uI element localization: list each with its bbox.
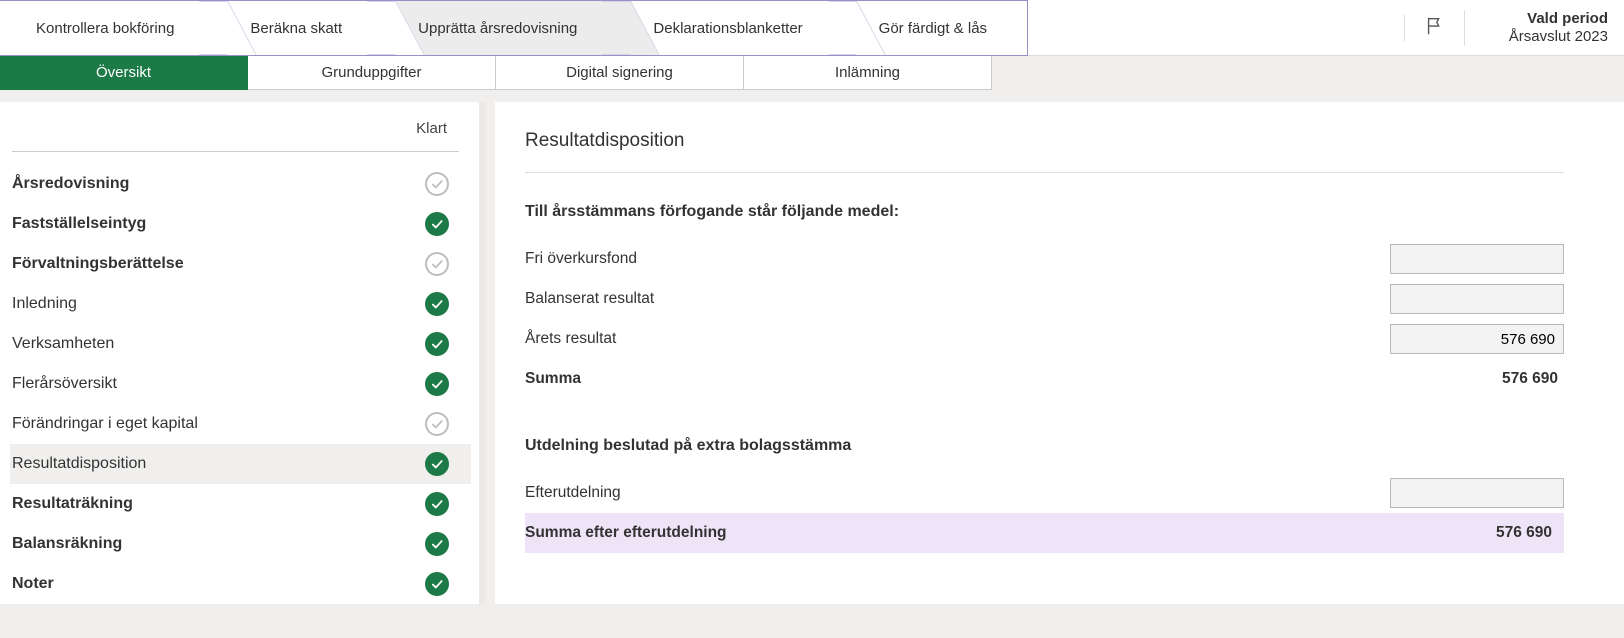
row-summa: Summa 576 690: [525, 359, 1564, 399]
circle-icon: [425, 412, 449, 436]
tab-inlamning[interactable]: Inlämning: [744, 56, 992, 90]
sidebar-item-fastställelseintyg[interactable]: Fastställelseintyg: [10, 204, 471, 244]
tab-digital-signering[interactable]: Digital signering: [496, 56, 744, 90]
input-fri-overkursfond[interactable]: [1390, 244, 1564, 274]
period-selector[interactable]: Vald period Årsavslut 2023: [1464, 10, 1624, 46]
sidebar-item-label: Resultaträkning: [12, 495, 133, 513]
sidebar: Klart Årsredovisning Fastställelseintyg Fö…: [0, 102, 485, 604]
page-title: Resultatdisposition: [525, 130, 1564, 173]
wizard-step-label: Gör färdigt & lås: [879, 20, 987, 37]
sidebar-item-label: Förvaltningsberättelse: [12, 255, 184, 273]
wizard-step-label: Beräkna skatt: [250, 20, 342, 37]
row-value: 576 690: [1408, 524, 1558, 542]
sidebar-item-noter[interactable]: Noter: [10, 564, 471, 604]
check-icon: [425, 452, 449, 476]
row-efterutdelning: Efterutdelning: [525, 473, 1564, 513]
check-icon: [425, 532, 449, 556]
section2-title: Utdelning beslutad på extra bolagsstämma: [525, 437, 1564, 455]
wizard-bar: Kontrollera bokföring Beräkna skatt Uppr…: [0, 0, 1624, 56]
flag-button[interactable]: [1404, 15, 1464, 41]
row-label: Fri överkursfond: [525, 250, 637, 268]
row-label: Årets resultat: [525, 330, 616, 348]
row-label: Balanserat resultat: [525, 290, 654, 308]
tab-oversikt[interactable]: Översikt: [0, 56, 248, 90]
wizard-step-label: Deklarationsblanketter: [653, 20, 802, 37]
sidebar-item-flerårsöversikt[interactable]: Flerårsöversikt: [10, 364, 471, 404]
check-icon: [425, 572, 449, 596]
sidebar-klart-header: Klart: [10, 116, 471, 151]
sidebar-divider: [12, 151, 459, 152]
sidebar-item-label: Flerårsöversikt: [12, 375, 117, 393]
wizard-right: Vald period Årsavslut 2023: [1404, 0, 1624, 55]
sidebar-item-label: Balansräkning: [12, 535, 122, 553]
wizard-step-label: Kontrollera bokföring: [36, 20, 174, 37]
sidebar-item-label: Noter: [12, 575, 54, 593]
row-label: Summa efter efterutdelning: [525, 524, 727, 542]
sidebar-item-årsredovisning[interactable]: Årsredovisning: [10, 164, 471, 204]
circle-icon: [425, 172, 449, 196]
row-fri-overkursfond: Fri överkursfond: [525, 239, 1564, 279]
section1-title: Till årsstämmans förfogande står följand…: [525, 203, 1564, 221]
period-label: Vald period: [1527, 10, 1608, 28]
input-balanserat-resultat[interactable]: [1390, 284, 1564, 314]
check-icon: [425, 492, 449, 516]
sidebar-item-resultaträkning[interactable]: Resultaträkning: [10, 484, 471, 524]
sidebar-item-förändringar-i-eget-kapital[interactable]: Förändringar i eget kapital: [10, 404, 471, 444]
sidebar-item-label: Fastställelseintyg: [12, 215, 146, 233]
sidebar-item-label: Inledning: [12, 295, 77, 313]
sidebar-item-label: Resultatdisposition: [12, 455, 146, 473]
sidebar-item-balansräkning[interactable]: Balansräkning: [10, 524, 471, 564]
sidebar-item-label: Verksamheten: [12, 335, 114, 353]
tab-label: Digital signering: [566, 64, 673, 81]
row-arets-resultat: Årets resultat: [525, 319, 1564, 359]
input-efterutdelning[interactable]: [1390, 478, 1564, 508]
row-summa-efter: Summa efter efterutdelning 576 690: [525, 513, 1564, 553]
input-arets-resultat[interactable]: [1390, 324, 1564, 354]
period-value: Årsavslut 2023: [1509, 28, 1608, 46]
sidebar-item-resultatdisposition[interactable]: Resultatdisposition: [10, 444, 471, 484]
wizard-step-label: Upprätta årsredovisning: [418, 20, 577, 37]
sidebar-item-label: Årsredovisning: [12, 175, 129, 193]
sub-tabs: Översikt Grunduppgifter Digital signerin…: [0, 56, 1624, 90]
sidebar-item-inledning[interactable]: Inledning: [10, 284, 471, 324]
sidebar-item-verksamheten[interactable]: Verksamheten: [10, 324, 471, 364]
tab-label: Grunduppgifter: [321, 64, 421, 81]
row-label: Efterutdelning: [525, 484, 621, 502]
check-icon: [425, 372, 449, 396]
tab-grunduppgifter[interactable]: Grunduppgifter: [248, 56, 496, 90]
circle-icon: [425, 252, 449, 276]
check-icon: [425, 292, 449, 316]
row-value: 576 690: [1414, 370, 1564, 388]
klart-label: Klart: [416, 120, 447, 137]
wizard-steps: Kontrollera bokföring Beräkna skatt Uppr…: [0, 0, 1028, 56]
tab-label: Inlämning: [835, 64, 900, 81]
content-panel: Resultatdisposition Till årsstämmans för…: [495, 102, 1624, 604]
row-balanserat-resultat: Balanserat resultat: [525, 279, 1564, 319]
flag-icon: [1424, 15, 1446, 41]
sidebar-item-label: Förändringar i eget kapital: [12, 415, 198, 433]
row-label: Summa: [525, 370, 581, 388]
wizard-step-kontrollera[interactable]: Kontrollera bokföring: [0, 1, 214, 55]
check-icon: [425, 332, 449, 356]
check-icon: [425, 212, 449, 236]
tab-label: Översikt: [96, 64, 151, 81]
sidebar-item-förvaltningsberättelse[interactable]: Förvaltningsberättelse: [10, 244, 471, 284]
